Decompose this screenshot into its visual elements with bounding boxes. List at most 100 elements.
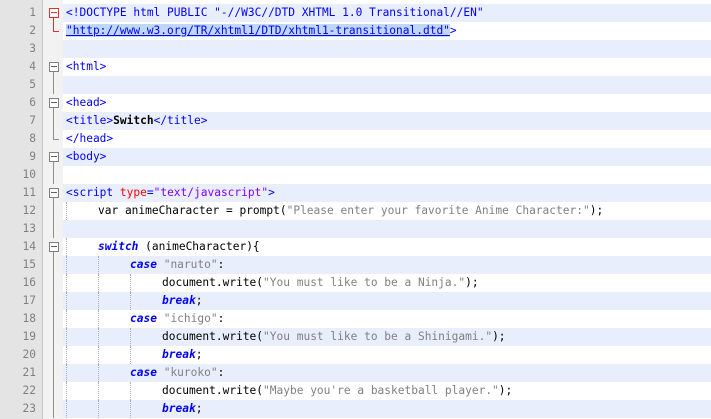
indent-guide	[130, 400, 131, 418]
token-tag: </title>	[153, 114, 208, 127]
code-line[interactable]: 5	[0, 76, 711, 94]
fold-line	[48, 292, 60, 310]
code-line[interactable]: 2 "http://www.w3.org/TR/xhtml1/DTD/xhtml1…	[0, 22, 711, 40]
token-plain: var animeCharacter = prompt(	[98, 204, 287, 217]
line-number: 7	[29, 114, 36, 127]
code-line[interactable]: 8 </head>	[0, 130, 711, 148]
minus-box-icon	[49, 188, 59, 198]
fold-line	[53, 220, 54, 238]
indent-guide	[66, 274, 67, 292]
code-line[interactable]: 11 <script type="text/javascript">	[0, 184, 711, 202]
token-plain: );	[492, 330, 506, 343]
code-line[interactable]: 21 case "kuroko":	[0, 364, 711, 382]
indent-guide	[98, 364, 99, 382]
line-background	[63, 58, 711, 76]
token-tag: </head>	[66, 132, 114, 145]
fold-line	[53, 130, 54, 139]
line-number: 13	[22, 222, 36, 235]
fold-end	[48, 22, 60, 40]
indent-guide	[66, 328, 67, 346]
code-line[interactable]: 18 case "ichigo":	[0, 310, 711, 328]
fold-line	[48, 166, 60, 184]
indent-guide	[130, 274, 131, 292]
code-line[interactable]: 13	[0, 220, 711, 238]
token-attr: type	[119, 186, 147, 199]
line-background	[63, 346, 711, 364]
code-line[interactable]: 16 document.write("You must like to be a …	[0, 274, 711, 292]
line-background	[63, 292, 711, 310]
line-number: 1	[29, 6, 36, 19]
fold-collapse-icon[interactable]	[48, 58, 60, 76]
code-line[interactable]: 12 var animeCharacter = prompt("Please en…	[0, 202, 711, 220]
fold-collapse-icon[interactable]	[48, 148, 60, 166]
indent-guide	[98, 346, 99, 364]
fold-line	[53, 202, 54, 220]
line-background	[63, 400, 711, 418]
code-text: "http://www.w3.org/TR/xhtml1/DTD/xhtml1-…	[66, 22, 457, 40]
indent-guide	[66, 400, 67, 418]
code-line[interactable]: 4 <html>	[0, 58, 711, 76]
code-line[interactable]: 14 switch (animeCharacter){	[0, 238, 711, 256]
code-line[interactable]: 7 <title>Switch</title>	[0, 112, 711, 130]
line-number: 5	[29, 78, 36, 91]
code-line[interactable]: 1 <!DOCTYPE html PUBLIC "-//W3C//DTD XHTM…	[0, 4, 711, 22]
token-kw: case	[130, 366, 157, 379]
fold-line	[48, 364, 60, 382]
indent-guide	[130, 292, 131, 310]
fold-line	[53, 256, 54, 274]
token-plain: ;	[195, 348, 203, 361]
code-line[interactable]: 20 break;	[0, 346, 711, 364]
token-bold: Switch	[113, 114, 154, 127]
code-line[interactable]: 17 break;	[0, 292, 711, 310]
line-background	[63, 148, 711, 166]
code-line[interactable]: 23 break;	[0, 400, 711, 418]
line-background	[63, 166, 711, 184]
code-line[interactable]: 19 document.write("You must like to be a …	[0, 328, 711, 346]
token-link: "http://www.w3.org/TR/xhtml1/DTD/xhtml1-…	[66, 24, 450, 37]
indent-guide	[98, 310, 99, 328]
code-line[interactable]: 15 case "naruto":	[0, 256, 711, 274]
minus-box-icon	[49, 8, 59, 18]
fold-collapse-icon[interactable]	[48, 238, 60, 256]
line-background	[63, 94, 711, 112]
code-line[interactable]: 9 <body>	[0, 148, 711, 166]
fold-collapse-icon[interactable]	[48, 4, 60, 22]
line-number: 19	[22, 330, 36, 343]
code-text: <script type="text/javascript">	[66, 184, 275, 202]
token-jsstr: "Maybe you're a basketball player."	[263, 384, 499, 397]
fold-line	[48, 346, 60, 364]
code-line[interactable]: 22 document.write("Maybe you're a basketb…	[0, 382, 711, 400]
code-text: case "kuroko":	[130, 364, 224, 382]
token-jsstr: "You must like to be a Ninja."	[263, 276, 466, 289]
token-kw: break	[162, 294, 196, 307]
token-plain: ;	[195, 294, 203, 307]
fold-collapse-icon[interactable]	[48, 184, 60, 202]
fold-line	[53, 292, 54, 310]
code-text: document.write("Maybe you're a basketbal…	[162, 382, 512, 400]
code-line[interactable]: 3	[0, 40, 711, 58]
code-text: <head>	[66, 94, 106, 112]
token-jsstr: "naruto"	[163, 258, 218, 271]
code-line[interactable]: 10	[0, 166, 711, 184]
code-text: case "naruto":	[130, 256, 224, 274]
fold-line	[48, 76, 60, 94]
token-tag: >	[268, 186, 275, 199]
code-text: break;	[162, 292, 202, 310]
token-tag: >	[449, 24, 457, 37]
fold-line	[48, 256, 60, 274]
indent-guide	[66, 382, 67, 400]
line-number: 11	[22, 186, 36, 199]
token-kw: case	[130, 258, 157, 271]
fold-line	[48, 310, 60, 328]
indent-guide	[66, 238, 67, 256]
code-text: break;	[162, 400, 202, 418]
code-editor[interactable]: 1 <!DOCTYPE html PUBLIC "-//W3C//DTD XHTM…	[0, 0, 711, 419]
code-line[interactable]: 6 <head>	[0, 94, 711, 112]
token-str: "text/javascript"	[153, 186, 269, 199]
fold-line	[53, 364, 54, 382]
fold-collapse-icon[interactable]	[48, 94, 60, 112]
indent-guide	[130, 346, 131, 364]
line-number: 2	[29, 24, 36, 37]
